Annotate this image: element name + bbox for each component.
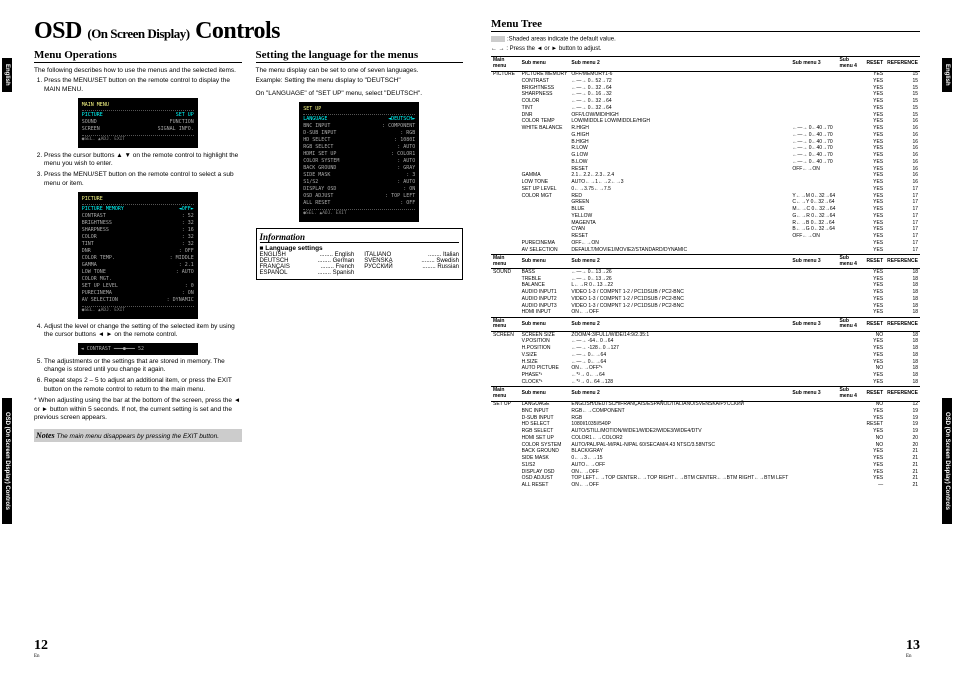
page-number-right: 13En — [906, 638, 920, 659]
h-menu-tree: Menu Tree — [491, 18, 920, 32]
tab-osd-right: OSD (On Screen Display) Controls — [942, 398, 952, 524]
notes-box: Notes The main menu disappears by pressi… — [34, 429, 242, 442]
col-menu-ops: Menu Operations The following describes … — [34, 49, 242, 442]
osd-setup: SET UP LANGUAGE◄DEUTSCH►BNC INPUT: COMPO… — [299, 102, 419, 221]
tab-english-right: English — [942, 58, 952, 92]
page-left: English OSD (On Screen Display) Controls… — [20, 18, 477, 655]
osd-slider: ◄ CONTRAST ━━━●━━━ 52 — [78, 343, 198, 355]
info-box: Information ■ Language settings ENGLISH.… — [256, 228, 464, 280]
page-title: OSD (On Screen Display) Controls — [34, 18, 463, 45]
page-number-left: 12En — [34, 638, 48, 659]
h-menu-ops: Menu Operations — [34, 49, 242, 63]
osd-main-menu: MAIN MENU PICTURESET UPSOUNDFUNCTIONSCRE… — [78, 98, 198, 147]
h-lang: Setting the language for the menus — [256, 49, 464, 63]
page-right: English OSD (On Screen Display) Controls… — [477, 18, 934, 655]
osd-picture: PICTURE PICTURE MEMORY◄OFF►CONTRAST: 52B… — [78, 192, 198, 318]
menu-tree-table: Main menuSub menuSub menu 2Sub menu 3Sub… — [491, 56, 920, 489]
col-language: Setting the language for the menus The m… — [256, 49, 464, 442]
tab-english-left: English — [2, 58, 12, 92]
tab-osd-left: OSD (On Screen Display) Controls — [2, 398, 12, 524]
